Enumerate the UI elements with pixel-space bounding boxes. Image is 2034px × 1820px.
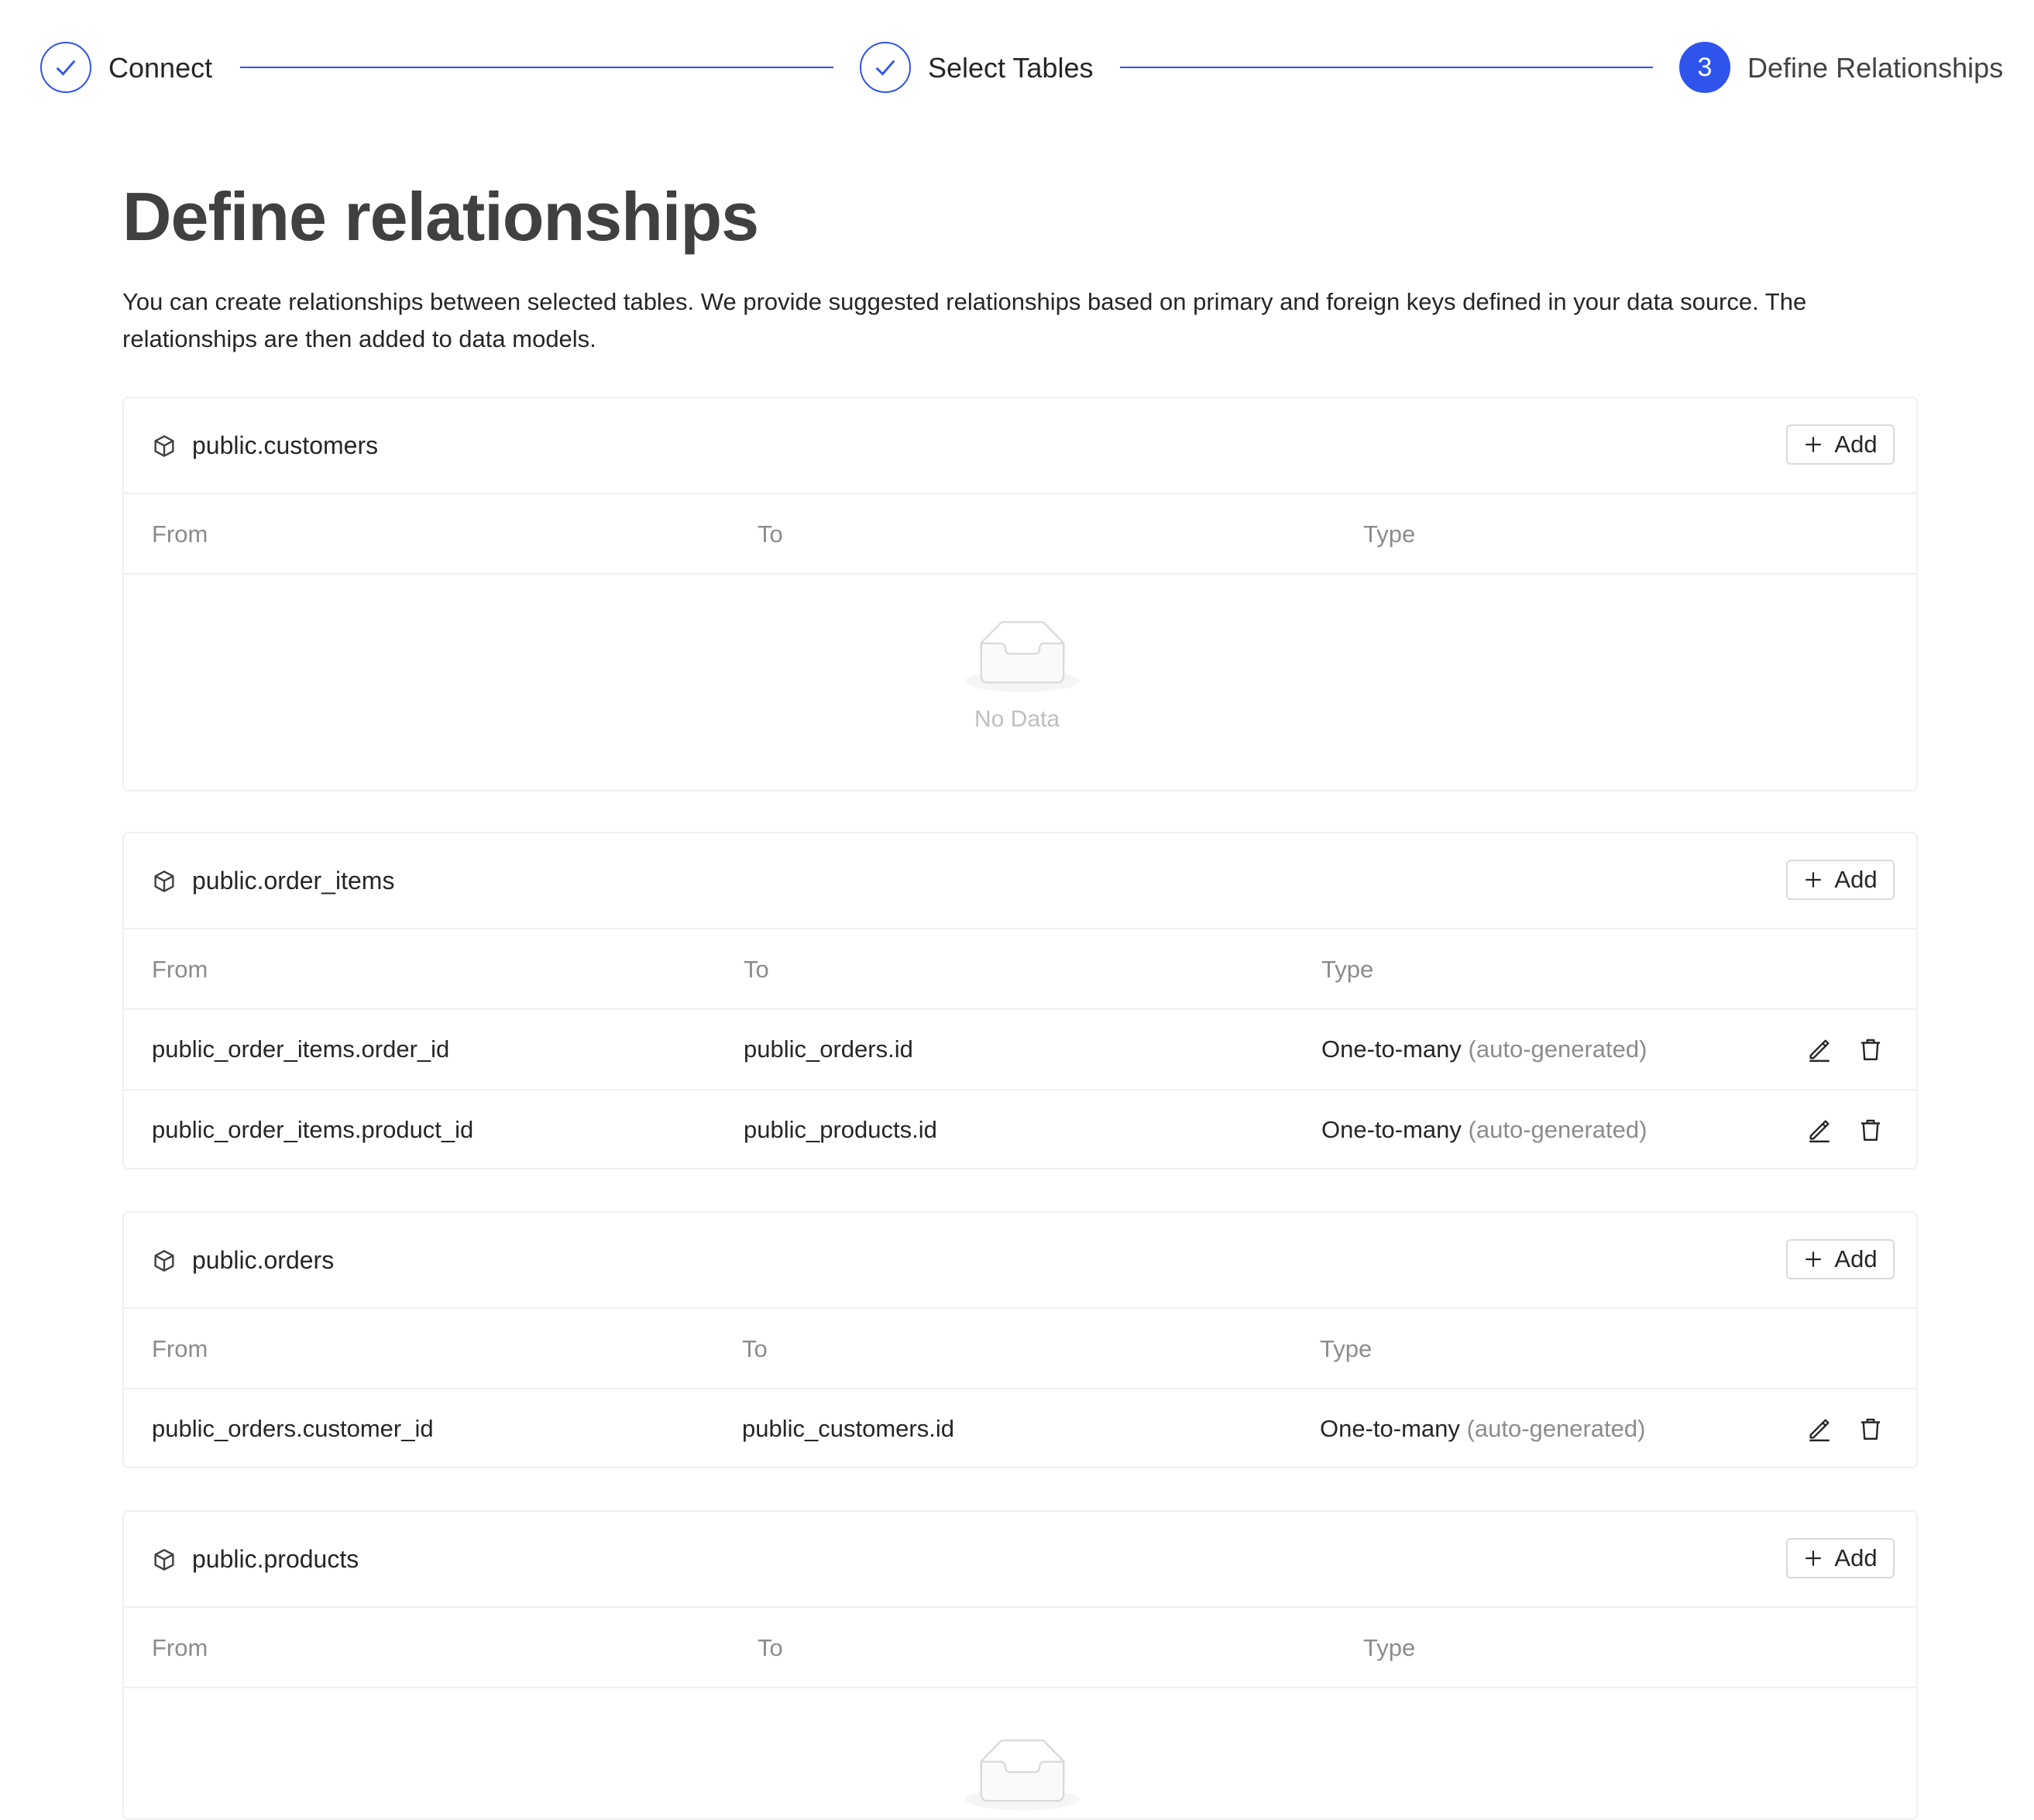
type-value: One-to-many: [1321, 1035, 1462, 1063]
cell-to: public_customers.id: [742, 1415, 954, 1442]
cube-icon: [154, 1549, 174, 1571]
step-3-number-circle: 3: [1679, 42, 1730, 93]
col-type: Type: [1320, 1335, 1373, 1362]
table-card-order-items: public.order_items Add From To Type publ…: [122, 832, 1918, 1169]
table-header: From To Type: [124, 1608, 1916, 1688]
check-icon: [875, 60, 895, 76]
cell-type: One-to-many (auto-generated): [1321, 1114, 1647, 1146]
type-note: (auto-generated): [1468, 1035, 1647, 1063]
table-row: public_order_items.product_id public_pro…: [124, 1090, 1916, 1168]
plus-icon: [1806, 872, 1822, 888]
card-title: public.customers: [192, 431, 379, 459]
add-relationship-button[interactable]: Add: [1786, 860, 1895, 900]
empty-state: No Data: [124, 575, 1916, 788]
col-to: To: [744, 956, 769, 983]
card-header: public.products Add: [124, 1512, 1916, 1608]
edit-icon[interactable]: [1806, 1117, 1833, 1143]
step-connector-1: [240, 67, 833, 68]
cell-to: public_orders.id: [744, 1035, 913, 1063]
add-button-label: Add: [1834, 1544, 1878, 1571]
table-card-customers: public.customers Add From To Type No Dat…: [122, 397, 1918, 792]
table-card-products: public.products Add From To Type: [122, 1510, 1918, 1820]
plus-icon: [1806, 1252, 1822, 1267]
col-to: To: [758, 1634, 783, 1661]
cube-icon: [154, 1250, 174, 1272]
cell-from: public_order_items.order_id: [152, 1035, 450, 1063]
delete-icon[interactable]: [1857, 1416, 1884, 1442]
card-title: public.order_items: [192, 867, 395, 895]
page-title: Define relationships: [122, 178, 759, 255]
plus-icon: [1806, 437, 1822, 452]
delete-icon[interactable]: [1857, 1117, 1884, 1143]
add-button-label: Add: [1834, 866, 1878, 893]
col-to: To: [742, 1335, 768, 1362]
card-title: public.orders: [192, 1246, 335, 1274]
col-to: To: [758, 520, 783, 548]
col-type: Type: [1363, 520, 1416, 548]
cube-icon: [154, 435, 174, 457]
col-from: From: [152, 520, 208, 548]
empty-inbox-icon: [965, 621, 1080, 692]
add-relationship-button[interactable]: Add: [1786, 1538, 1895, 1578]
add-relationship-button[interactable]: Add: [1786, 424, 1895, 465]
empty-state: [124, 1688, 1916, 1818]
edit-icon[interactable]: [1806, 1036, 1833, 1063]
table-header: From To Type: [124, 929, 1916, 1010]
col-from: From: [152, 1634, 208, 1661]
plus-icon: [1806, 1550, 1822, 1566]
type-value: One-to-many: [1320, 1415, 1460, 1442]
step-3-label: Define Relationships: [1747, 52, 2004, 84]
table-header: From To Type: [124, 1309, 1916, 1389]
cell-to: public_products.id: [744, 1116, 937, 1143]
table-row: public_orders.customer_id public_custome…: [124, 1389, 1916, 1467]
type-value: One-to-many: [1321, 1116, 1462, 1143]
type-note: (auto-generated): [1468, 1116, 1647, 1143]
col-from: From: [152, 1335, 208, 1362]
empty-text: No Data: [974, 706, 1060, 732]
step-2-label: Select Tables: [928, 52, 1094, 84]
card-header: public.order_items Add: [124, 833, 1916, 929]
add-relationship-button[interactable]: Add: [1786, 1239, 1895, 1279]
add-button-label: Add: [1834, 1245, 1878, 1272]
step-1-label: Connect: [108, 52, 213, 84]
col-type: Type: [1363, 1634, 1416, 1661]
steps-bar: Connect Select Tables 3 Define Relations…: [0, 0, 2034, 139]
step-1-check-circle: [40, 42, 91, 93]
cell-from: public_orders.customer_id: [152, 1415, 434, 1442]
edit-icon[interactable]: [1806, 1416, 1833, 1442]
check-icon: [56, 60, 76, 76]
table-header: From To Type: [124, 494, 1916, 575]
card-header: public.orders Add: [124, 1213, 1916, 1309]
col-type: Type: [1321, 956, 1374, 983]
cell-from: public_order_items.product_id: [152, 1116, 474, 1143]
step-2-check-circle: [860, 42, 911, 93]
cube-icon: [154, 871, 174, 892]
type-note: (auto-generated): [1466, 1415, 1646, 1442]
table-row: public_order_items.order_id public_order…: [124, 1010, 1916, 1090]
page-description: You can create relationships between sel…: [122, 288, 1807, 352]
delete-icon[interactable]: [1857, 1036, 1884, 1063]
step-connector-2: [1120, 67, 1653, 68]
col-from: From: [152, 956, 208, 983]
card-title: public.products: [192, 1545, 359, 1573]
add-button-label: Add: [1834, 431, 1878, 458]
cell-type: One-to-many (auto-generated): [1320, 1413, 1645, 1445]
cell-type: One-to-many (auto-generated): [1321, 1033, 1647, 1066]
table-card-orders: public.orders Add From To Type public_or…: [122, 1211, 1918, 1468]
card-header: public.customers Add: [124, 398, 1916, 494]
